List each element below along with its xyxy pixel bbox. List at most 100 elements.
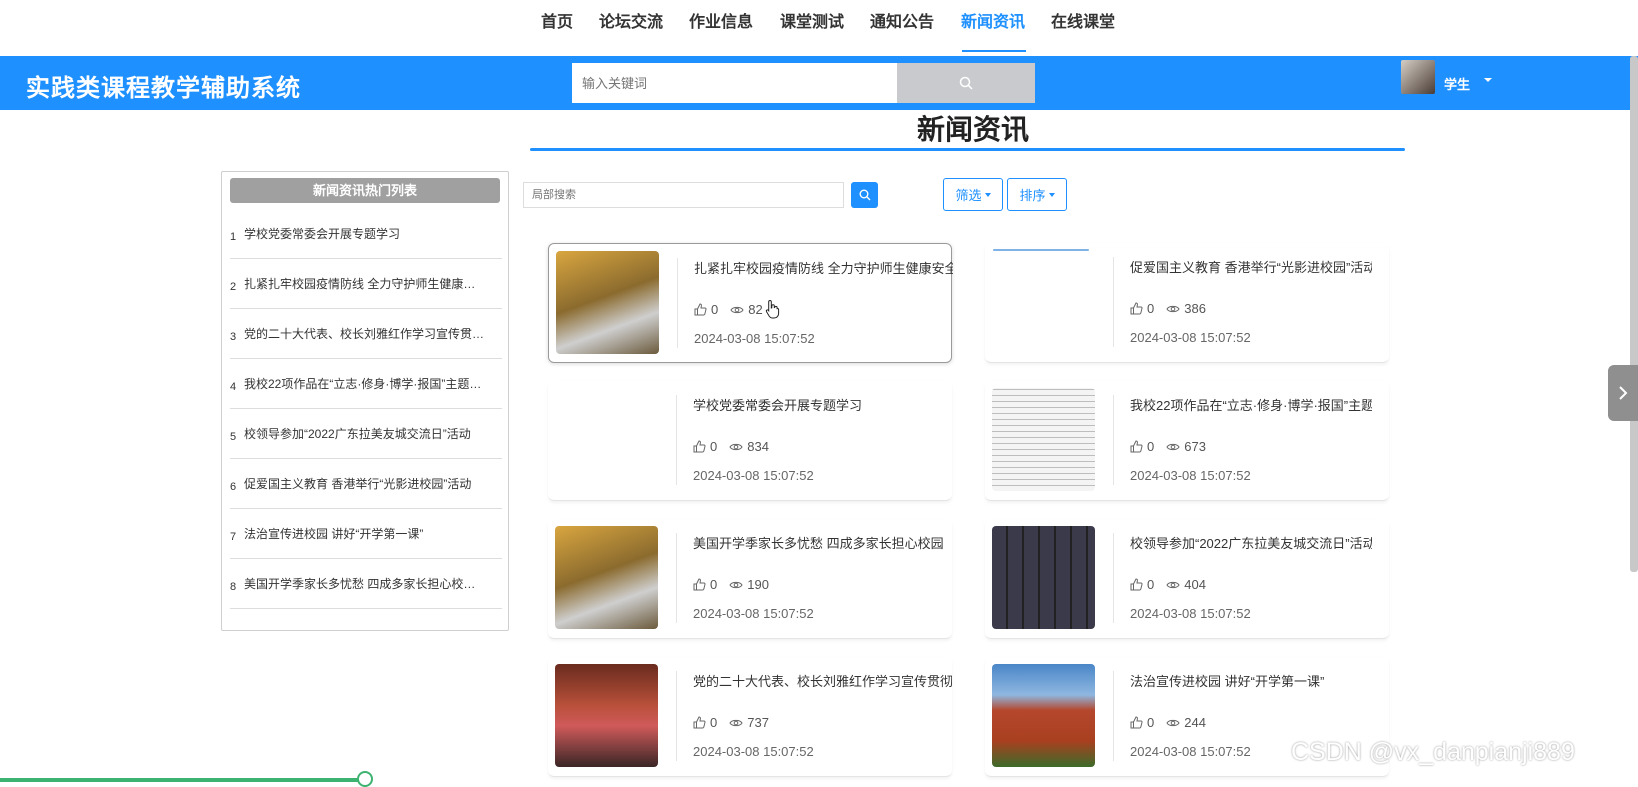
news-date: 2024-03-08 15:07:52 bbox=[694, 331, 815, 346]
news-title[interactable]: 法治宣传进校园 讲好“开学第一课” bbox=[1130, 671, 1372, 690]
list-item[interactable]: 4 我校22项作品在“立志·修身·博学·报国”主题… bbox=[230, 359, 502, 409]
nav-notices[interactable]: 通知公告 bbox=[870, 8, 934, 32]
thumb-up-icon[interactable] bbox=[1130, 578, 1143, 591]
chevron-down-icon bbox=[1048, 192, 1055, 197]
list-item-title[interactable]: 我校22项作品在“立志·修身·博学·报国”主题… bbox=[244, 375, 500, 392]
news-thumbnail[interactable] bbox=[556, 251, 659, 354]
news-thumbnail[interactable] bbox=[992, 526, 1095, 629]
page-scrollbar[interactable] bbox=[1630, 56, 1638, 572]
news-thumbnail[interactable] bbox=[555, 664, 658, 767]
sort-label: 排序 bbox=[1019, 188, 1046, 203]
eye-icon bbox=[730, 306, 744, 313]
video-progress-handle[interactable] bbox=[357, 771, 373, 787]
news-title[interactable]: 促爱国主义教育 香港举行“光影进校园”活动 bbox=[1130, 257, 1372, 276]
like-count: 0 bbox=[710, 439, 718, 454]
thumb-up-icon[interactable] bbox=[1130, 302, 1143, 315]
news-title[interactable]: 美国开学季家长多忧愁 四成多家长担心校园 bbox=[693, 533, 952, 552]
list-item-title[interactable]: 校领导参加“2022广东拉美友城交流日”活动 bbox=[244, 425, 500, 442]
thumb-up-icon[interactable] bbox=[1130, 440, 1143, 453]
nav-home[interactable]: 首页 bbox=[541, 8, 573, 32]
list-item-title[interactable]: 法治宣传进校园 讲好“开学第一课” bbox=[244, 525, 500, 542]
news-card[interactable]: 我校22项作品在“立志·修身·博学·报国”主题 0 673 2024-03-08… bbox=[985, 381, 1389, 501]
news-card[interactable]: 党的二十大代表、校长刘雅红作学习宣传贯彻 0 737 2024-03-08 15… bbox=[548, 657, 952, 777]
list-item-number: 6 bbox=[230, 480, 237, 493]
eye-icon bbox=[1166, 581, 1180, 588]
news-title[interactable]: 我校22项作品在“立志·修身·博学·报国”主题 bbox=[1130, 395, 1372, 414]
news-date: 2024-03-08 15:07:52 bbox=[693, 744, 814, 759]
news-title[interactable]: 党的二十大代表、校长刘雅红作学习宣传贯彻 bbox=[693, 671, 952, 690]
thumb-up-icon[interactable] bbox=[694, 303, 707, 316]
view-count: 737 bbox=[747, 715, 769, 730]
nav-active-indicator bbox=[962, 50, 1026, 52]
like-count: 0 bbox=[1147, 439, 1155, 454]
next-page-button[interactable] bbox=[1608, 365, 1638, 421]
news-thumbnail[interactable] bbox=[992, 664, 1095, 767]
view-count: 673 bbox=[1184, 439, 1206, 454]
nav-online-class[interactable]: 在线课堂 bbox=[1051, 8, 1115, 32]
news-card[interactable]: 学校党委常委会开展专题学习 0 834 2024-03-08 15:07:52 bbox=[548, 381, 952, 501]
list-item-title[interactable]: 扎紧扎牢校园疫情防线 全力守护师生健康… bbox=[244, 275, 500, 292]
list-item[interactable]: 6 促爱国主义教育 香港举行“光影进校园”活动 bbox=[230, 459, 502, 509]
news-title[interactable]: 校领导参加“2022广东拉美友城交流日”活动 bbox=[1130, 533, 1372, 552]
news-thumbnail[interactable] bbox=[992, 388, 1095, 491]
like-count: 0 bbox=[1147, 301, 1155, 316]
list-item[interactable]: 8 美国开学季家长多忧愁 四成多家长担心校… bbox=[230, 559, 502, 609]
news-title[interactable]: 学校党委常委会开展专题学习 bbox=[693, 395, 952, 414]
like-count: 0 bbox=[711, 302, 719, 317]
eye-icon bbox=[729, 719, 743, 726]
card-divider bbox=[676, 533, 677, 623]
thumb-up-icon[interactable] bbox=[693, 716, 706, 729]
filter-label: 筛选 bbox=[955, 188, 982, 203]
thumb-up-icon[interactable] bbox=[1130, 716, 1143, 729]
nav-class-test[interactable]: 课堂测试 bbox=[780, 8, 844, 32]
search-input[interactable] bbox=[572, 63, 897, 103]
news-title[interactable]: 扎紧扎牢校园疫情防线 全力守护师生健康安全 bbox=[694, 258, 953, 277]
top-navigation: 首页 论坛交流 作业信息 课堂测试 通知公告 新闻资讯 在线课堂 bbox=[0, 0, 1638, 56]
avatar[interactable] bbox=[1401, 60, 1435, 94]
card-stats: 0 834 bbox=[693, 439, 769, 454]
list-item[interactable]: 7 法治宣传进校园 讲好“开学第一课” bbox=[230, 509, 502, 559]
like-count: 0 bbox=[710, 715, 718, 730]
view-count: 190 bbox=[747, 577, 769, 592]
chevron-down-icon[interactable] bbox=[1484, 78, 1492, 82]
local-search-input[interactable] bbox=[523, 182, 844, 208]
list-item-number: 1 bbox=[230, 230, 237, 243]
search-button[interactable] bbox=[897, 63, 1035, 103]
user-role-label[interactable]: 学生 bbox=[1444, 74, 1470, 93]
card-divider bbox=[1113, 671, 1114, 761]
nav-homework[interactable]: 作业信息 bbox=[689, 8, 753, 32]
list-item-number: 3 bbox=[230, 330, 237, 343]
page-title: 新闻资讯 bbox=[916, 114, 1029, 145]
news-card[interactable]: 美国开学季家长多忧愁 四成多家长担心校园 0 190 2024-03-08 15… bbox=[548, 519, 952, 639]
list-item[interactable]: 2 扎紧扎牢校园疫情防线 全力守护师生健康… bbox=[230, 259, 502, 309]
nav-news[interactable]: 新闻资讯 bbox=[961, 8, 1025, 32]
list-item-number: 2 bbox=[230, 280, 237, 293]
news-card[interactable]: 促爱国主义教育 香港举行“光影进校园”活动 0 386 2024-03-08 1… bbox=[985, 243, 1389, 363]
thumb-up-icon[interactable] bbox=[693, 440, 706, 453]
thumb-up-icon[interactable] bbox=[693, 578, 706, 591]
filter-button[interactable]: 筛选 bbox=[943, 178, 1003, 211]
news-date: 2024-03-08 15:07:52 bbox=[1130, 744, 1251, 759]
view-count: 244 bbox=[1184, 715, 1206, 730]
hot-news-panel: 新闻资讯热门列表 1 学校党委常委会开展专题学习 2 扎紧扎牢校园疫情防线 全力守护… bbox=[221, 171, 509, 631]
sort-button[interactable]: 排序 bbox=[1007, 178, 1067, 211]
list-item-title[interactable]: 促爱国主义教育 香港举行“光影进校园”活动 bbox=[244, 475, 500, 492]
list-item[interactable]: 3 党的二十大代表、校长刘雅红作学习宣传贯… bbox=[230, 309, 502, 359]
video-progress-bar[interactable] bbox=[0, 778, 365, 782]
news-card[interactable]: 扎紧扎牢校园疫情防线 全力守护师生健康安全 0 82 2024-03-08 15… bbox=[548, 243, 953, 363]
list-item-title[interactable]: 学校党委常委会开展专题学习 bbox=[244, 225, 500, 242]
card-stats: 0 244 bbox=[1130, 715, 1206, 730]
title-divider bbox=[530, 148, 1405, 151]
list-item-title[interactable]: 党的二十大代表、校长刘雅红作学习宣传贯… bbox=[244, 325, 500, 342]
news-card[interactable]: 校领导参加“2022广东拉美友城交流日”活动 0 404 2024-03-08 … bbox=[985, 519, 1389, 639]
card-divider bbox=[676, 395, 677, 485]
list-item-title[interactable]: 美国开学季家长多忧愁 四成多家长担心校… bbox=[244, 575, 500, 592]
news-thumbnail[interactable] bbox=[993, 249, 1089, 251]
search-icon bbox=[959, 76, 973, 90]
list-item[interactable]: 5 校领导参加“2022广东拉美友城交流日”活动 bbox=[230, 409, 502, 459]
news-date: 2024-03-08 15:07:52 bbox=[1130, 330, 1251, 345]
local-search-button[interactable] bbox=[851, 182, 878, 208]
list-item[interactable]: 1 学校党委常委会开展专题学习 bbox=[230, 209, 502, 259]
news-thumbnail[interactable] bbox=[555, 526, 658, 629]
nav-forum[interactable]: 论坛交流 bbox=[599, 8, 663, 32]
